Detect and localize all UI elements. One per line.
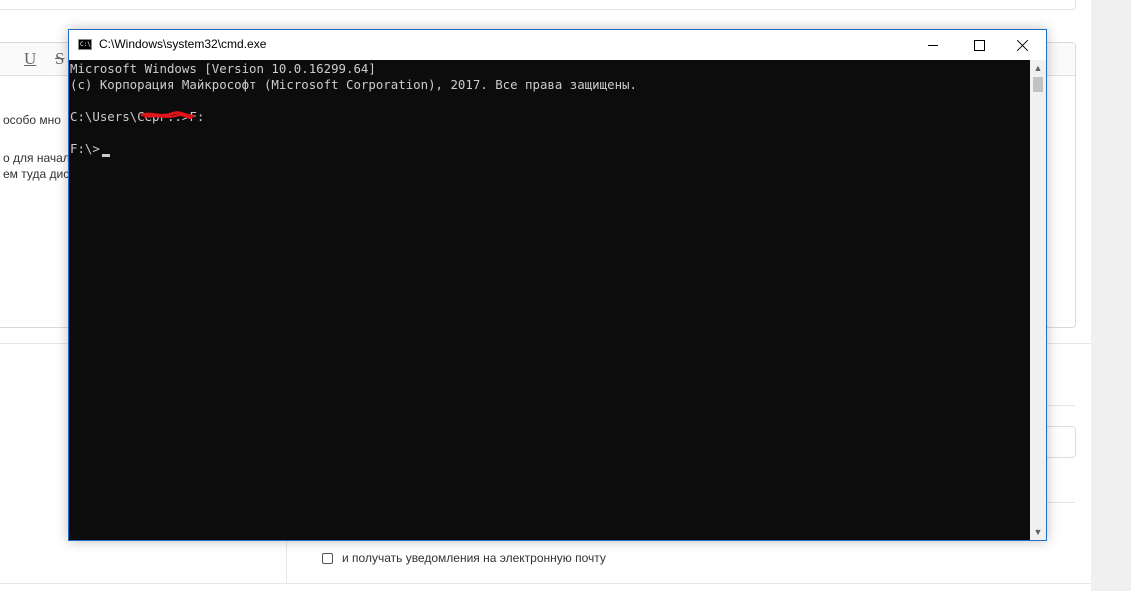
scroll-down-arrow-icon[interactable]: ▼ — [1030, 524, 1046, 540]
minimize-button[interactable] — [910, 30, 956, 60]
email-notify-option[interactable]: и получать уведомления на электронную по… — [322, 549, 606, 567]
console-output[interactable]: Microsoft Windows [Version 10.0.16299.64… — [69, 60, 1030, 540]
scroll-thumb[interactable] — [1033, 77, 1043, 92]
row-divider — [1047, 502, 1075, 503]
maximize-button[interactable] — [956, 30, 1002, 60]
close-icon — [1017, 39, 1029, 51]
scroll-up-arrow-icon[interactable]: ▲ — [1030, 60, 1046, 76]
username-redaction-scribble — [141, 111, 194, 120]
underline-button[interactable]: U — [24, 49, 36, 69]
row-divider — [1047, 405, 1075, 406]
minimize-icon — [928, 44, 938, 46]
vertical-scrollbar[interactable]: ▲ ▼ — [1030, 60, 1046, 540]
page-scroll-gutter — [1091, 0, 1131, 591]
email-notify-checkbox[interactable] — [322, 552, 333, 564]
strikethrough-button[interactable]: S — [55, 49, 64, 69]
cmd-window[interactable]: C:\ C:\Windows\system32\cmd.exe Microsof… — [68, 29, 1047, 541]
editor-text-line: ем туда дис — [3, 167, 70, 181]
maximize-icon — [973, 39, 985, 51]
console-line: F:\> — [70, 141, 100, 156]
console-line: Microsoft Windows [Version 10.0.16299.64… — [70, 61, 376, 76]
window-title: C:\Windows\system32\cmd.exe — [99, 37, 267, 51]
console-line: (c) Корпорация Майкрософт (Microsoft Cor… — [70, 77, 637, 92]
editor-text-line: особо мно — [3, 113, 61, 127]
editor-text-line: о для начала — [3, 151, 77, 165]
cmd-titlebar[interactable]: C:\ C:\Windows\system32\cmd.exe — [69, 30, 1046, 60]
email-notify-label: и получать уведомления на электронную по… — [342, 551, 606, 565]
top-panel — [0, 0, 1076, 10]
close-button[interactable] — [1000, 30, 1046, 60]
cmd-icon[interactable]: C:\ — [78, 39, 92, 50]
footer-divider — [0, 583, 1091, 584]
text-cursor — [102, 154, 110, 157]
